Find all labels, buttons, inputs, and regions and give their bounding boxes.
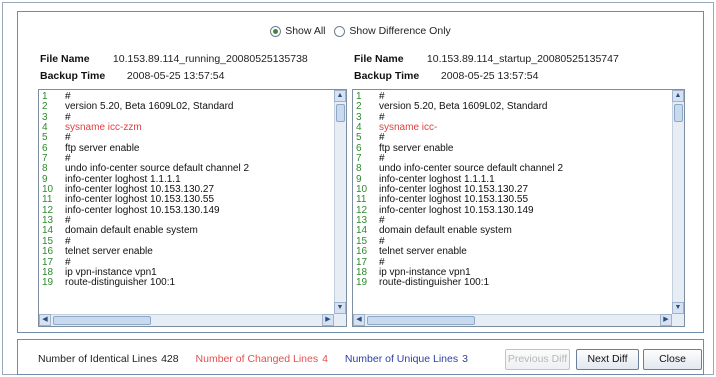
identical-lines-stat: Number of Identical Lines 428 [38,353,179,365]
comparison-panel: File Name 10.153.89.114_running_20080525… [17,45,704,333]
line-number: 19 [356,277,368,289]
scroll-up-icon[interactable]: ▲ [334,90,346,102]
right-file-name: 10.153.89.114_startup_20080525135747 [426,53,619,65]
line-text: version 5.20, Beta 1609L02, Standard [379,101,548,113]
left-scroll-corner [334,314,346,326]
right-backup-time-label: Backup Time [354,70,420,82]
right-config-lines: 1 #2 version 5.20, Beta 1609L02, Standard 3… [353,92,672,314]
compare-config-dialog: Show All Show Difference Only File Name … [2,2,714,375]
scroll-right-icon[interactable]: ▶ [322,314,334,326]
line-text: route-distinguisher 100:1 [379,277,490,289]
right-file-info: File Name 10.153.89.114_startup_20080525… [354,51,619,85]
line-text: version 5.20, Beta 1609L02, Standard [65,101,234,113]
line-number: 19 [42,277,54,289]
changed-lines-label: Number of Changed Lines [195,353,319,365]
right-file-name-label: File Name [354,53,404,65]
changed-line-text: sysname icc-zzm [65,122,142,134]
right-backup-time: 2008-05-25 13:57:54 [440,70,539,82]
config-line: 16 telnet server enable [39,246,334,258]
line-number: 16 [356,246,368,258]
config-line: 19 route-distinguisher 100:1 [39,277,334,289]
line-text: telnet server enable [65,246,153,258]
scroll-up-icon[interactable]: ▲ [672,90,684,102]
scroll-left-icon[interactable]: ◀ [353,314,365,326]
line-text: info-center loghost 10.153.130.149 [65,204,220,216]
left-config-lines: 1 #2 version 5.20, Beta 1609L02, Standard 3… [39,92,334,314]
config-line: 14 domain default enable system [39,225,334,237]
identical-lines-label: Number of Identical Lines [38,353,158,365]
right-horizontal-scroll-thumb[interactable] [367,316,475,325]
right-vertical-scroll-thumb[interactable] [674,104,683,122]
changed-lines-stat: Number of Changed Lines 4 [196,353,328,365]
left-config-text-area[interactable]: 1 #2 version 5.20, Beta 1609L02, Standard 3… [38,89,347,327]
left-vertical-scroll-thumb[interactable] [336,104,345,122]
scroll-down-icon[interactable]: ▼ [672,302,684,314]
config-line: 4 sysname icc- [353,122,672,134]
left-file-name-label: File Name [40,53,90,65]
line-text: info-center loghost 10.153.130.149 [379,204,534,216]
config-line: 12 info-center loghost 10.153.130.149 [353,204,672,216]
left-horizontal-scrollbar[interactable]: ◀ ▶ [39,314,334,326]
left-vertical-scrollbar[interactable]: ▲ ▼ [334,90,346,314]
right-vertical-scrollbar[interactable]: ▲ ▼ [672,90,684,314]
config-line: 6 ftp server enable [353,142,672,154]
left-file-info: File Name 10.153.89.114_running_20080525… [40,51,308,85]
line-text: domain default enable system [379,225,512,237]
left-backup-time: 2008-05-25 13:57:54 [126,70,225,82]
unique-lines-stat: Number of Unique Lines 3 [345,353,468,365]
line-text: ftp server enable [65,142,140,154]
radio-checked-icon[interactable] [270,25,282,37]
comparison-stats: Number of Identical Lines 428 Number of C… [38,353,482,365]
config-line: 12 info-center loghost 10.153.130.149 [39,204,334,216]
scroll-left-icon[interactable]: ◀ [39,314,51,326]
scroll-down-icon[interactable]: ▼ [334,302,346,314]
line-text: domain default enable system [65,225,198,237]
config-line: 16 telnet server enable [353,246,672,258]
show-all-label: Show All [285,25,326,37]
config-line: 19 route-distinguisher 100:1 [353,277,672,289]
config-line: 14 domain default enable system [353,225,672,237]
config-line: 6 ftp server enable [39,142,334,154]
show-difference-only-radio[interactable]: Show Difference Only [334,25,451,37]
changed-lines-count: 4 [322,353,328,365]
previous-diff-button[interactable]: Previous Diff [505,349,570,370]
line-text: telnet server enable [379,246,467,258]
next-diff-button[interactable]: Next Diff [576,349,639,370]
close-button[interactable]: Close [643,349,702,370]
radio-unchecked-icon[interactable] [334,25,346,37]
config-line: 2 version 5.20, Beta 1609L02, Standard [39,101,334,113]
view-mode-panel: Show All Show Difference Only [17,11,704,49]
config-line: 2 version 5.20, Beta 1609L02, Standard [353,101,672,113]
unique-lines-label: Number of Unique Lines [344,353,459,365]
scroll-right-icon[interactable]: ▶ [660,314,672,326]
show-difference-only-label: Show Difference Only [349,25,451,37]
line-text: route-distinguisher 100:1 [65,277,176,289]
right-config-text-area[interactable]: 1 #2 version 5.20, Beta 1609L02, Standard 3… [352,89,685,327]
unique-lines-count: 3 [462,353,468,365]
config-line: 4 sysname icc-zzm [39,122,334,134]
right-horizontal-scrollbar[interactable]: ◀ ▶ [353,314,672,326]
line-number: 16 [42,246,54,258]
right-scroll-corner [672,314,684,326]
footer-panel: Number of Identical Lines 428 Number of C… [17,339,704,375]
view-mode-radio-group: Show All Show Difference Only [18,25,703,40]
changed-line-text: sysname icc- [379,122,438,134]
left-file-name: 10.153.89.114_running_20080525135738 [112,53,308,65]
left-horizontal-scroll-thumb[interactable] [53,316,151,325]
left-backup-time-label: Backup Time [40,70,106,82]
identical-lines-count: 428 [161,353,179,365]
show-all-radio[interactable]: Show All [270,25,326,37]
line-text: ftp server enable [379,142,454,154]
